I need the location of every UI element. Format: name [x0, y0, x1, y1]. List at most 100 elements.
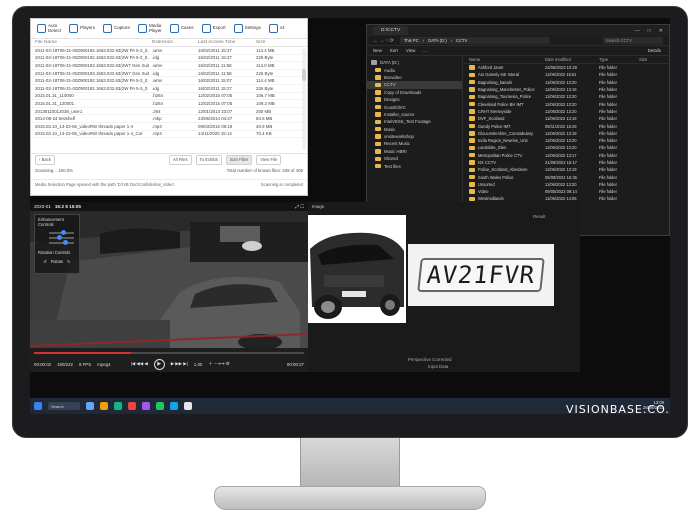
details-button[interactable]: Details [648, 48, 661, 53]
column-extension[interactable]: Extension [149, 40, 195, 45]
rotate-right-icon[interactable]: ↻ [67, 259, 71, 264]
sidebar-item[interactable]: DATA (D:) [367, 59, 462, 66]
list-item[interactable]: Metropolitan Police CTV 11/06/2022 13:17 F… [463, 152, 669, 159]
sidebar-item[interactable]: onsiteworkshop [367, 133, 462, 140]
store-icon[interactable] [142, 402, 150, 410]
sidebar-item[interactable]: Audio [367, 66, 462, 73]
list-item[interactable]: Video 09/05/2022 09:14 File folder [463, 188, 669, 195]
skip-forward-icon[interactable]: ▶ ▶▶ ▶| [171, 361, 188, 367]
brightness-slider[interactable] [49, 230, 74, 235]
toolbar-button[interactable]: Auto Detect [35, 21, 63, 37]
path-cctv[interactable]: CCTV [456, 38, 467, 43]
more-button[interactable]: ... [423, 48, 427, 53]
sidebar-item[interactable]: Test files [367, 162, 462, 169]
new-button[interactable]: New [373, 48, 382, 53]
list-item[interactable]: NX CCTV 21/09/2022 15:17 File folder [463, 159, 669, 166]
brightness-knob[interactable] [61, 230, 66, 235]
list-item[interactable]: Cleveland Police BH IMT 11/06/2022 13:20 F… [463, 100, 669, 107]
list-item[interactable]: Bagnalong_kanal4 11/06/2022 13:20 File fol… [463, 79, 669, 86]
list-item[interactable]: Police_Scotland_Aberdeen 11/06/2022 13:19… [463, 166, 669, 173]
path-this-pc[interactable]: This PC [404, 38, 419, 43]
table-row[interactable]: 2011-02-18T06-31-00Z900192.1663.032.63(2… [31, 55, 307, 63]
explorer-tab[interactable]: D:\CCTV [373, 26, 409, 35]
column-name[interactable]: Name [463, 57, 545, 62]
table-row[interactable]: 2015.03.10_13-22-55_videoRW threads pape… [31, 123, 307, 131]
table-row[interactable]: 2015.01.31_120001 .h264 12/02/2015 07:05 10… [31, 100, 307, 108]
sidebar-item[interactable]: Music HBRI [367, 148, 462, 155]
sidebar-item[interactable]: IntelVESK_Test Footage [367, 118, 462, 125]
toolbar-button[interactable]: Players [67, 21, 97, 37]
sort-button[interactable]: Sort [390, 48, 398, 53]
nav-arrows-icon[interactable]: ← → ↑ ⟳ [373, 38, 394, 44]
skip-back-icon[interactable]: |◀ ◀◀ ◀ [131, 361, 148, 367]
column-size[interactable]: Size [639, 57, 669, 62]
list-item[interactable]: Ashford Janet 23/06/2023 10:29 File folder [463, 64, 669, 71]
toolbar-button[interactable]: Export [200, 21, 228, 37]
list-item[interactable]: Ato Gamely Intr Interal 11/06/2022 15:51 F… [463, 71, 669, 78]
table-row[interactable]: 2014-06-24 testshelf .mkp 23/06/2014 04:47… [31, 115, 307, 123]
toolbar-button[interactable]: Cases [168, 21, 196, 37]
file-grid-scrollbar[interactable] [302, 49, 306, 149]
table-row[interactable]: 2011-02-18T06-31-00Z900192.1663.032.63(2… [31, 85, 307, 93]
explorer-icon[interactable] [100, 402, 108, 410]
toolbar-button[interactable]: Settings [232, 21, 263, 37]
video-progress-bar[interactable] [34, 352, 304, 354]
settings-icon[interactable] [184, 402, 192, 410]
table-row[interactable]: 2015.03.10_13-22-55_videoRW threads pape… [31, 131, 307, 139]
contrast-slider[interactable] [49, 235, 74, 240]
saturation-knob[interactable] [63, 240, 68, 245]
view-file-button[interactable]: View File [256, 154, 282, 165]
table-row[interactable]: 2011-02-18T06-31-00Z900192.1663.032.63(2… [31, 47, 307, 55]
minimize-button[interactable]: — [635, 28, 640, 34]
table-row[interactable]: 2011-02-18T06-31-00Z900193.1663.032.63(2… [31, 70, 307, 78]
explorer-search-input[interactable]: Search CCTV [603, 37, 663, 44]
view-button[interactable]: View [406, 48, 415, 53]
cctv-video-frame[interactable]: 2023-01 15:2 8 15:05 ⤢ ⬚ Enhancement Con… [30, 202, 308, 348]
sidebar-item[interactable]: Copy of Downloads [367, 89, 462, 96]
visionbase-icon[interactable] [156, 402, 164, 410]
taskview-icon[interactable] [86, 402, 94, 410]
zoom-icons[interactable]: ＋ ─ ⟷ ⚙ [208, 361, 229, 367]
play-button[interactable]: ▶ [153, 358, 165, 370]
list-item[interactable]: South Wales Police 05/09/2022 15:36 File f… [463, 173, 669, 180]
sidebar-item[interactable]: GoodGilVC [367, 103, 462, 110]
address-bar[interactable]: This PC › DATA (D:) › CCTV [399, 37, 550, 44]
sidebar-item[interactable]: Shared [367, 155, 462, 162]
column-size[interactable]: Size [253, 40, 293, 45]
list-item[interactable]: Bagnalong_Tournesia_Police 11/06/2022 13:… [463, 93, 669, 100]
list-item[interactable]: Gloucestershire_Constabulary 11/06/2022 1… [463, 130, 669, 137]
taskbar-search[interactable]: Search [48, 402, 80, 410]
vehicle-image[interactable] [308, 215, 406, 323]
sidebar-item[interactable]: Recent Music [367, 140, 462, 147]
sidebar-item[interactable]: CCTV [367, 81, 462, 89]
player-icon[interactable] [170, 402, 178, 410]
column-file-name[interactable]: File Name [31, 40, 149, 45]
list-item[interactable]: Unsorted 11/06/2022 13:20 File folder [463, 181, 669, 188]
edge-icon[interactable] [114, 402, 122, 410]
toolbar-button[interactable]: Media Player [136, 21, 164, 37]
maximize-button[interactable]: □ [648, 28, 651, 34]
table-row[interactable]: 2011-02-18T06-31-00Z900193.1663.032.63(2… [31, 62, 307, 70]
sidebar-item[interactable]: Designs [367, 96, 462, 103]
path-data-drive[interactable]: DATA (D:) [428, 38, 446, 43]
column-type[interactable]: Type [599, 57, 639, 62]
speed-readout[interactable]: 1.00 [194, 362, 203, 367]
sidebar-item[interactable]: Boxvideo [367, 74, 462, 81]
toolbar-button[interactable]: v4 [267, 21, 287, 37]
contrast-knob[interactable] [57, 235, 62, 240]
rotate-left-icon[interactable]: ↺ [43, 259, 47, 264]
table-row[interactable]: 2011-02-18T06-31-00Z900192.1663.032.63(2… [31, 77, 307, 85]
toolbar-button[interactable]: Capture [101, 21, 132, 37]
column-last-access[interactable]: Last Access Time [195, 40, 253, 45]
list-item[interactable]: Gandy Police IMT 09/11/2022 15:29 File fol… [463, 122, 669, 129]
close-button[interactable]: ✕ [659, 28, 663, 34]
fullscreen-icon[interactable]: ⤢ ⬚ [296, 204, 305, 209]
size-filter-button[interactable]: Size Filter [225, 154, 253, 165]
back-button[interactable]: ‹ Back [35, 154, 55, 165]
sidebar-item[interactable]: Installer_source [367, 111, 462, 118]
saturation-slider[interactable] [49, 240, 74, 245]
list-item[interactable]: Landslide_Glen 11/06/2022 13:20 File folde… [463, 144, 669, 151]
to-exhibit-button[interactable]: To Exhibit [195, 154, 222, 165]
list-item[interactable]: India Region_Newrise_Unit 11/06/2022 13:2… [463, 137, 669, 144]
list-item[interactable]: Bagnalong_Manchester_Police 11/06/2022 13… [463, 86, 669, 93]
